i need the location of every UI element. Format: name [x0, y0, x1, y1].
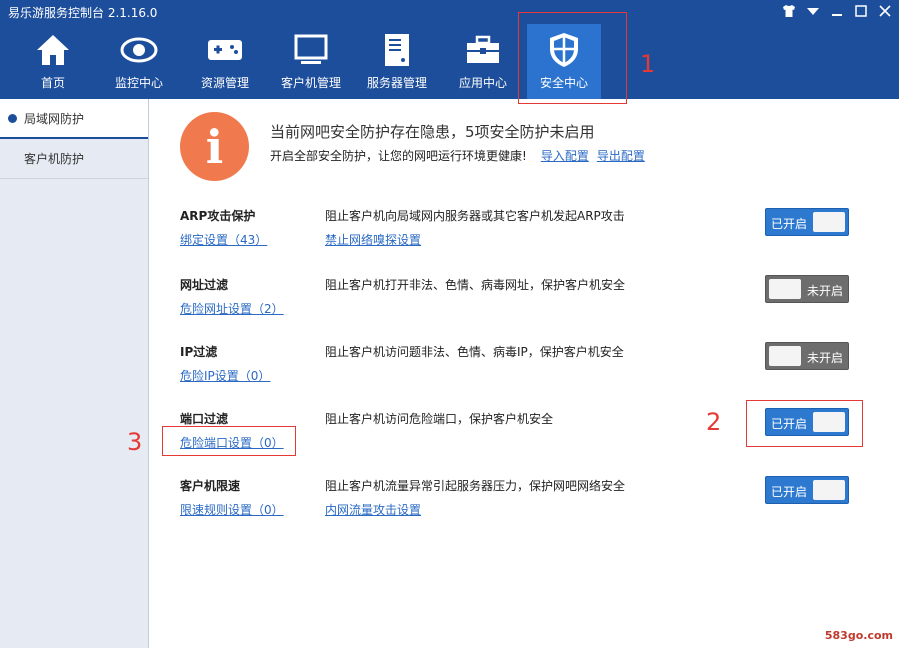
sidebar-item-label: 客户机防护	[24, 152, 85, 166]
protection-name: IP过滤	[180, 345, 218, 359]
protection-row-client-speed-limit: 客户机限速 限速规则设置（0） 阻止客户机流量异常引起服务器压力，保护网吧网络安…	[180, 476, 870, 527]
gamepad-icon	[205, 30, 245, 70]
protection-desc: 阻止客户机向局域网内服务器或其它客户机发起ARP攻击	[325, 209, 625, 223]
toggle-knob	[769, 346, 801, 366]
app-title: 易乐游服务控制台 2.1.16.0	[8, 6, 158, 20]
minimize-icon[interactable]	[829, 4, 845, 22]
protection-row-arp: ARP攻击保护 绑定设置（43） 阻止客户机向局域网内服务器或其它客户机发起AR…	[180, 207, 870, 257]
annotation-box-2	[746, 400, 863, 447]
dropdown-icon[interactable]	[805, 4, 821, 22]
protection-desc: 阻止客户机流量异常引起服务器压力，保护网吧网络安全	[325, 479, 626, 493]
toggle-label: 已开启	[771, 217, 808, 231]
annotation-box-1	[518, 12, 627, 104]
window-controls	[781, 4, 893, 22]
alert-subtitle-row: 开启全部安全防护，让您的网吧运行环境更健康! 导入配置 导出配置	[270, 147, 645, 164]
nav-label: 应用中心	[458, 76, 507, 90]
maximize-icon[interactable]	[853, 4, 869, 22]
eye-icon	[119, 30, 159, 70]
annotation-number-1: 1	[640, 50, 656, 78]
home-icon	[33, 30, 73, 70]
toggle-label: 未开启	[806, 351, 843, 365]
sidebar-item-label: 局域网防护	[24, 112, 85, 126]
speed-limit-toggle[interactable]: 已开启	[765, 476, 849, 504]
protection-row-ip-filter: IP过滤 危险IP设置（0） 阻止客户机访问题非法、色情、病毒IP，保护客户机安…	[180, 342, 870, 393]
toggle-label: 已开启	[771, 485, 808, 499]
tshirt-icon[interactable]	[781, 4, 797, 22]
protection-desc: 阻止客户机打开非法、色情、病毒网址，保护客户机安全	[325, 278, 626, 292]
protection-name: ARP攻击保护	[180, 209, 256, 223]
lan-traffic-attack-settings-link[interactable]: 内网流量攻击设置	[325, 501, 421, 518]
alert-title: 当前网吧安全防护存在隐患，5项安全防护未启用	[270, 123, 595, 141]
protection-name: 客户机限速	[180, 479, 241, 493]
toolbox-icon	[463, 30, 503, 70]
sidebar: 局域网防护 客户机防护	[0, 99, 149, 648]
main-nav: 首页 监控中心 资源管理 客户机管理 服务器管理 应用中心 安全中心	[10, 24, 601, 99]
monitor-icon	[291, 30, 331, 70]
nav-resource-manage[interactable]: 资源管理	[182, 24, 268, 99]
nav-label: 客户机管理	[280, 76, 341, 90]
danger-ip-settings-link[interactable]: 危险IP设置（0）	[180, 367, 270, 384]
nav-label: 服务器管理	[366, 76, 427, 90]
export-config-link[interactable]: 导出配置	[597, 147, 645, 164]
import-config-link[interactable]: 导入配置	[541, 147, 589, 164]
protection-name: 网址过滤	[180, 278, 229, 292]
info-icon: i	[180, 112, 249, 181]
nav-client-manage[interactable]: 客户机管理	[268, 24, 354, 99]
alert-subtitle: 开启全部安全防护，让您的网吧运行环境更健康!	[270, 149, 527, 163]
speed-limit-rules-link[interactable]: 限速规则设置（0）	[180, 501, 284, 518]
sidebar-item-lan-protection[interactable]: 局域网防护	[0, 99, 148, 139]
annotation-box-3	[162, 426, 296, 456]
nav-server-manage[interactable]: 服务器管理	[354, 24, 440, 99]
bind-settings-link[interactable]: 绑定设置（43）	[180, 231, 267, 248]
toggle-knob	[813, 212, 845, 232]
main-content: i 当前网吧安全防护存在隐患，5项安全防护未启用 开启全部安全防护，让您的网吧运…	[150, 99, 899, 648]
nav-label: 首页	[40, 76, 65, 90]
protection-desc: 阻止客户机访问题非法、色情、病毒IP，保护客户机安全	[325, 345, 624, 359]
annotation-number-3: 3	[127, 428, 143, 456]
arp-toggle[interactable]: 已开启	[765, 208, 849, 236]
nav-label: 监控中心	[114, 76, 163, 90]
toggle-knob	[813, 480, 845, 500]
protection-row-url-filter: 网址过滤 危险网址设置（2） 阻止客户机打开非法、色情、病毒网址，保护客户机安全…	[180, 275, 870, 326]
nav-monitor-center[interactable]: 监控中心	[96, 24, 182, 99]
nav-app-center[interactable]: 应用中心	[440, 24, 526, 99]
close-icon[interactable]	[877, 4, 893, 22]
toggle-label: 未开启	[806, 284, 843, 298]
title-bar: 易乐游服务控制台 2.1.16.0 首页 监控中心 资源管理 客户机管理 服务器…	[0, 0, 899, 99]
sniff-block-settings-link[interactable]: 禁止网络嗅探设置	[325, 231, 421, 248]
ip-filter-toggle[interactable]: 未开启	[765, 342, 849, 370]
annotation-number-2: 2	[706, 408, 722, 436]
danger-url-settings-link[interactable]: 危险网址设置（2）	[180, 300, 284, 317]
protection-name: 端口过滤	[180, 412, 229, 426]
nav-home[interactable]: 首页	[10, 24, 96, 99]
sidebar-item-client-protection[interactable]: 客户机防护	[0, 139, 148, 179]
toggle-knob	[769, 279, 801, 299]
server-icon	[377, 30, 417, 70]
url-filter-toggle[interactable]: 未开启	[765, 275, 849, 303]
watermark: 583go.com	[824, 629, 893, 642]
nav-label: 资源管理	[200, 76, 249, 90]
protection-desc: 阻止客户机访问危险端口，保护客户机安全	[325, 412, 554, 426]
active-dot-icon	[8, 114, 17, 123]
